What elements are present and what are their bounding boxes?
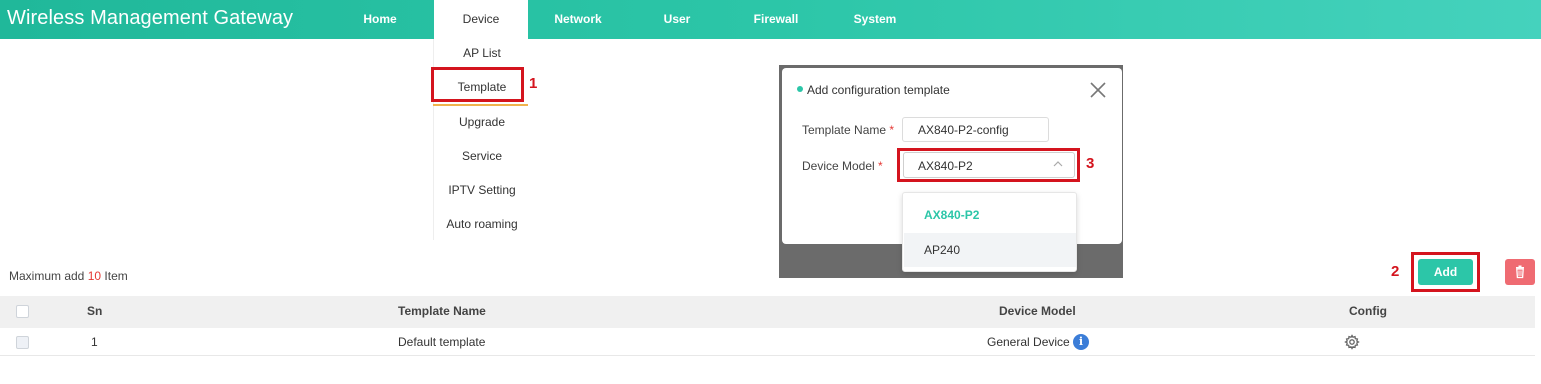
cell-device-model: General Device: [987, 335, 1070, 349]
table-row: [0, 328, 1535, 356]
submenu-service[interactable]: Service: [434, 149, 530, 163]
delete-button[interactable]: [1505, 259, 1535, 285]
template-name-input[interactable]: AX840-P2-config: [902, 117, 1049, 142]
gear-icon[interactable]: [1344, 334, 1360, 350]
row-checkbox[interactable]: [16, 336, 29, 349]
max-items-info: Maximum add 10 Item: [9, 269, 128, 283]
column-header-template-name: Template Name: [398, 304, 486, 318]
step-number-1: 1: [529, 75, 538, 92]
info-icon[interactable]: i: [1073, 334, 1089, 350]
step-number-3: 3: [1086, 155, 1095, 172]
submenu-auto-roaming[interactable]: Auto roaming: [434, 217, 530, 231]
device-model-label: Device Model *: [802, 159, 883, 173]
submenu-ap-list[interactable]: AP List: [434, 46, 530, 60]
nav-home[interactable]: Home: [345, 0, 415, 39]
device-model-dropdown: AX840-P2 AP240: [902, 192, 1077, 272]
option-ap240[interactable]: AP240: [904, 233, 1076, 267]
submenu-active-underline: [433, 104, 528, 106]
cell-template-name: Default template: [398, 335, 486, 349]
trash-icon: [1516, 265, 1524, 279]
title-dot-icon: [797, 86, 803, 92]
nav-firewall[interactable]: Firewall: [741, 0, 811, 39]
step-number-2: 2: [1391, 263, 1400, 280]
nav-user[interactable]: User: [642, 0, 712, 39]
nav-network[interactable]: Network: [543, 0, 613, 39]
option-ax840-p2[interactable]: AX840-P2: [904, 198, 1076, 232]
template-name-label: Template Name *: [802, 123, 895, 137]
dialog-title: Add configuration template: [807, 83, 950, 97]
cell-sn: 1: [91, 335, 98, 349]
add-button[interactable]: Add: [1418, 259, 1473, 285]
table-header: [0, 296, 1535, 328]
nav-device[interactable]: Device: [434, 0, 528, 40]
submenu-upgrade[interactable]: Upgrade: [434, 115, 530, 129]
highlight-box-device-model: [897, 148, 1080, 182]
submenu-iptv-setting[interactable]: IPTV Setting: [434, 183, 530, 197]
column-header-sn: Sn: [87, 304, 103, 318]
close-icon[interactable]: [1088, 80, 1108, 100]
select-all-checkbox[interactable]: [16, 305, 29, 318]
column-header-device-model: Device Model: [999, 304, 1076, 318]
nav-system[interactable]: System: [840, 0, 910, 39]
column-header-config: Config: [1349, 304, 1387, 318]
app-title: Wireless Management Gateway: [7, 7, 294, 29]
highlight-box-template: [431, 67, 524, 102]
